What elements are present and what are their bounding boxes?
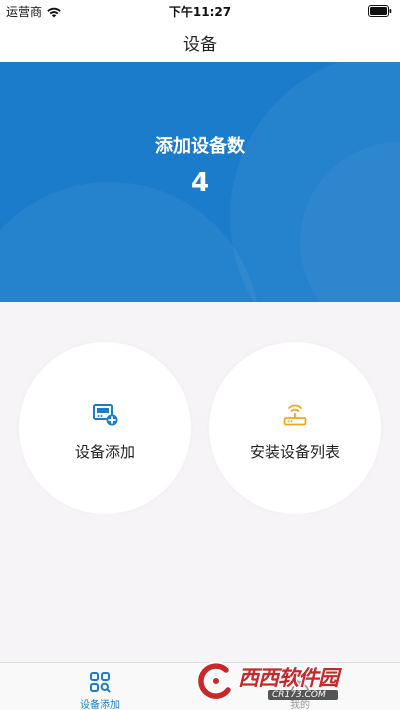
status-time: 下午11:27 <box>168 5 232 19</box>
device-count-value: 4 <box>190 168 210 198</box>
device-count-banner: 添加设备数 4 <box>0 62 400 302</box>
decorative-circle <box>0 182 260 302</box>
watermark-subtitle: CR173.COM <box>268 690 338 700</box>
add-device-label: 设备添加 <box>74 442 135 461</box>
add-device-button[interactable]: 设备添加 <box>19 342 191 514</box>
page-title: 设备 <box>183 34 217 55</box>
watermark-text: 西西软件园 CR173.COM <box>238 662 339 700</box>
watermark: 西西软件园 CR173.COM <box>196 660 386 702</box>
app-screen: 运营商 下午11:27 设备 添加设备数 4 设备添加 安装设备列表 设备添加 … <box>0 0 400 710</box>
router-icon <box>283 404 307 425</box>
tab-add-device[interactable]: 设备添加 <box>0 663 200 710</box>
watermark-logo-icon <box>196 662 233 700</box>
device-count-label: 添加设备数 <box>155 136 245 157</box>
device-add-icon <box>93 403 118 425</box>
grid-search-icon <box>90 672 111 693</box>
nav-bar: 设备 <box>0 22 400 62</box>
watermark-title: 西西软件园 <box>238 666 339 690</box>
tab-add-device-label: 设备添加 <box>80 700 120 710</box>
installed-devices-label: 安装设备列表 <box>249 442 340 461</box>
installed-devices-button[interactable]: 安装设备列表 <box>209 342 381 514</box>
battery-icon <box>368 5 392 17</box>
status-bar: 运营商 下午11:27 <box>0 0 400 22</box>
